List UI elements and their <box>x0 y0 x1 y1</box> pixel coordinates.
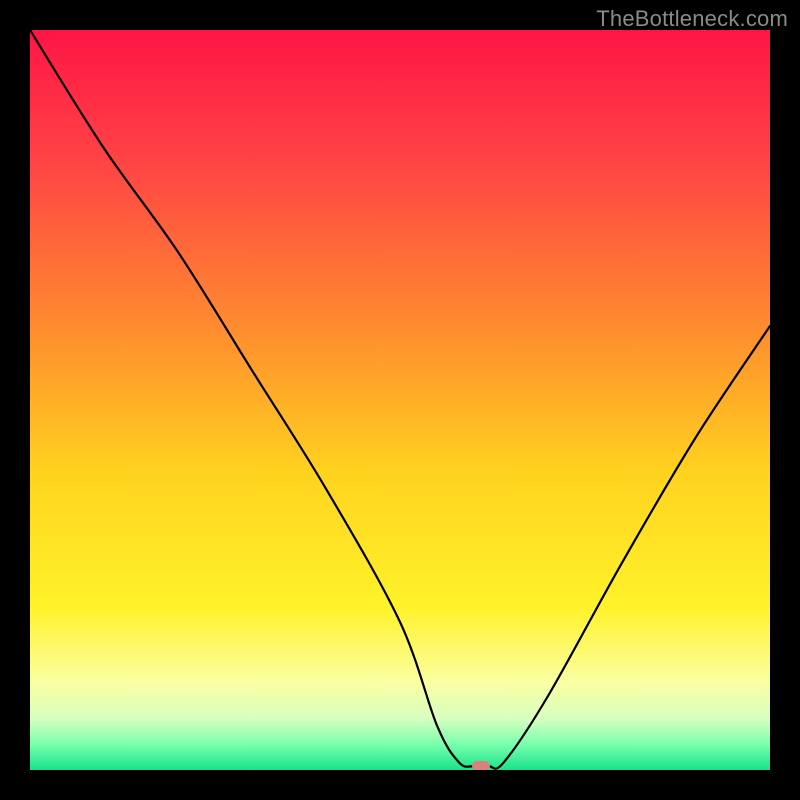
bottleneck-curve <box>30 30 770 770</box>
optimal-marker <box>472 761 490 770</box>
watermark-text: TheBottleneck.com <box>596 6 788 32</box>
plot-area <box>30 30 770 770</box>
chart-frame: TheBottleneck.com <box>0 0 800 800</box>
